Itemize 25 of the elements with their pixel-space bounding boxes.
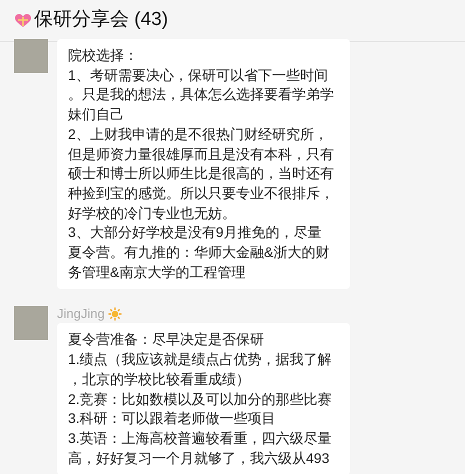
message-text: 1、考研需要决心，保研可以省下一些时间 <box>68 66 329 85</box>
heart-gift-icon <box>15 14 31 28</box>
message-text: 3、大部分好学校是没有9月推免的，尽量 <box>68 223 323 242</box>
sun-icon <box>108 306 122 321</box>
chat-title: 保研分享会 (43) <box>34 8 168 32</box>
message-text: 但是师资力量很雄厚而且是没有本科，只有 <box>68 144 335 164</box>
message-text: 高，好好复习一个月就够了，我六级从493 <box>68 448 330 468</box>
message-text: 。只是我的想法，具体怎么选择要看学弟学 <box>68 85 335 104</box>
avatar-photo-placeholder[interactable] <box>14 306 48 340</box>
message-text: 好学校的冷门专业也无妨。 <box>68 204 237 223</box>
message-text: 妹们自己 <box>68 105 125 124</box>
message-text: 1.绩点（我应该就是绩点占优势，据我了解 <box>68 350 333 370</box>
message-text: 务管理&南京大学的工程管理 <box>68 262 246 282</box>
message-text: 2、上财我申请的是不很热门财经研究所， <box>68 124 329 144</box>
message-text: 院校选择： <box>68 46 139 65</box>
message-text: 3.科研：可以跟着老师做一些项目 <box>68 409 277 428</box>
message-text: 硕士和博士所以师生比是很高的，当时还有 <box>68 164 335 184</box>
message-text: 夏令营。有九推的：华师大金融&浙大的财 <box>68 243 330 262</box>
sender-name: JingJing <box>57 306 105 322</box>
message-text: 3.英语：上海高校普遍较看重，四六级尽量 <box>68 428 333 448</box>
message-text: 夏令营准备：尽早决定是否保研 <box>68 330 265 350</box>
message-text: 2.竞赛：比如数模以及可以加分的那些比赛 <box>68 390 333 409</box>
message-text: 种捡到宝的感觉。所以只要专业不很排斥， <box>68 184 335 203</box>
message-text: ，北京的学校比较看重成绩） <box>68 370 251 389</box>
avatar-photo-placeholder[interactable] <box>14 39 48 73</box>
